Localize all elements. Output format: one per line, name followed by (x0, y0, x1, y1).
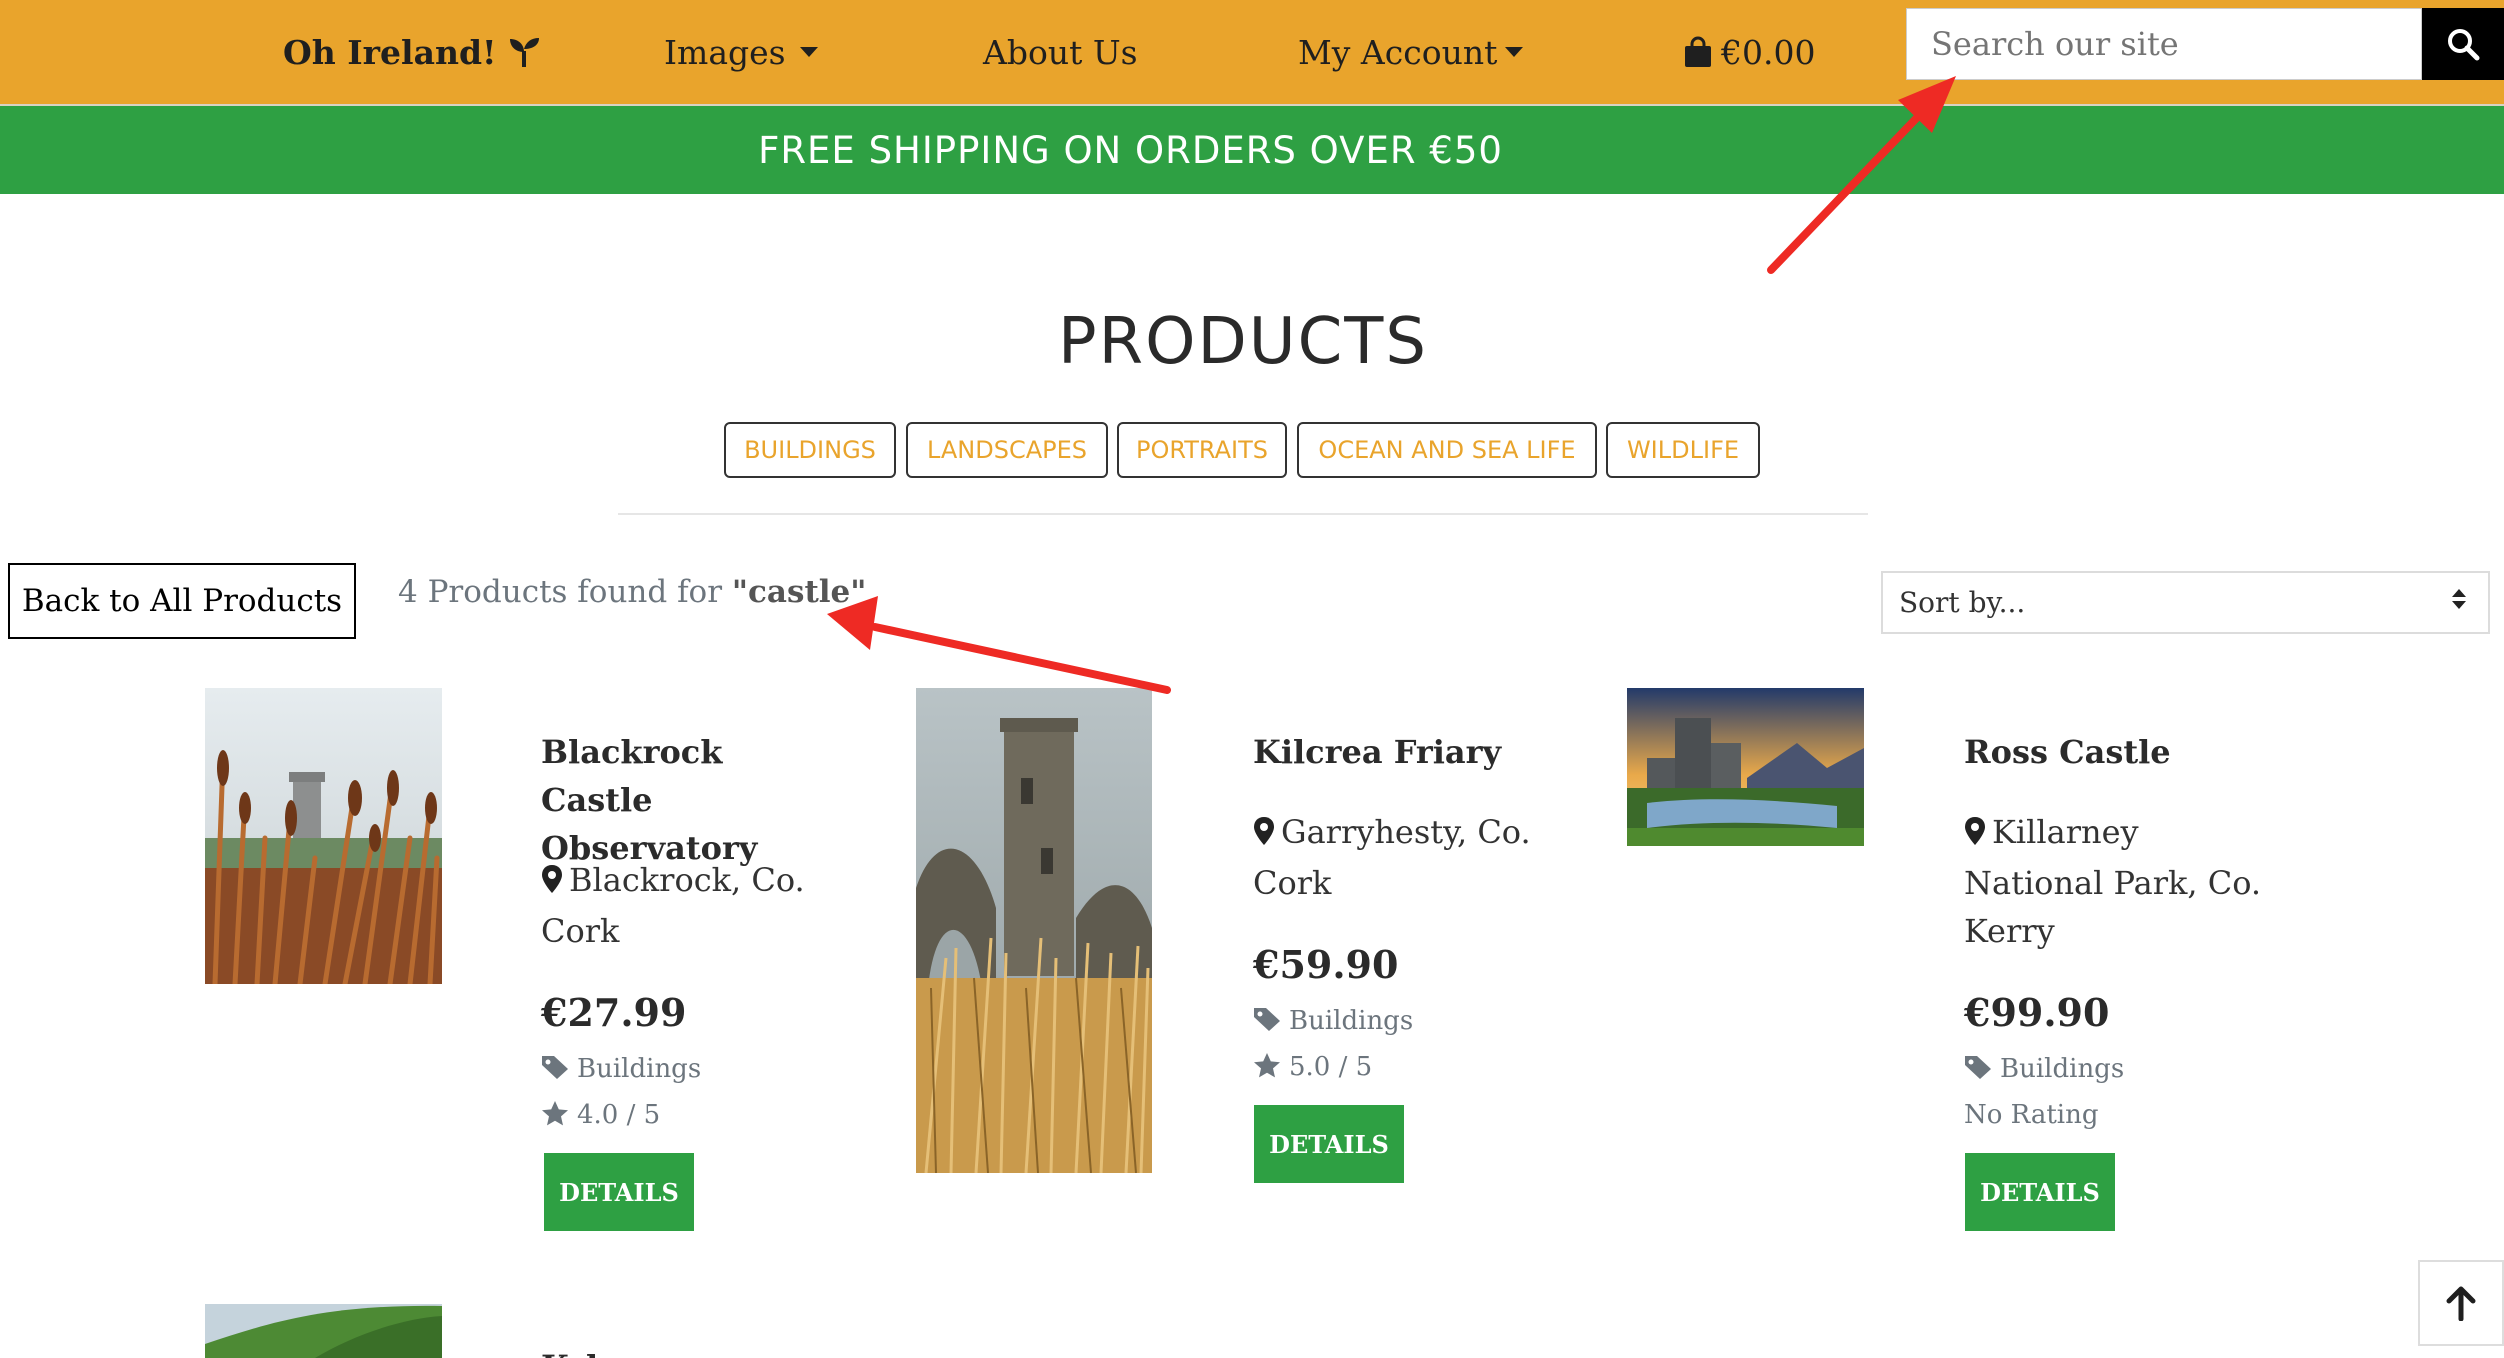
product-location-text: Blackrock, Co. Cork (541, 861, 805, 950)
product-category-blackrock[interactable]: Buildings (541, 1054, 701, 1087)
nav-account-dropdown[interactable]: My Account (1298, 0, 1524, 104)
tag-icon (1253, 1006, 1281, 1039)
tag-icon (1964, 1054, 1992, 1087)
product-image-blackrock[interactable] (205, 688, 442, 984)
product-location-text: Garryhesty, Co. Cork (1253, 813, 1531, 902)
star-icon (541, 1100, 569, 1133)
shopping-bag-icon (1683, 36, 1713, 68)
product-rating-ross: No Rating (1964, 1100, 2099, 1130)
sort-arrows-icon (2452, 589, 2466, 609)
product-category-kilcrea[interactable]: Buildings (1253, 1006, 1413, 1039)
seedling-icon (507, 35, 541, 69)
annotation-arrow-results (827, 596, 1171, 694)
nav-about-link[interactable]: About Us (983, 0, 1138, 104)
product-price-blackrock: €27.99 (541, 990, 687, 1035)
product-price-ross: €99.90 (1964, 990, 2110, 1035)
search-button[interactable] (2422, 8, 2504, 80)
cart-link[interactable]: €0.00 (1683, 0, 1815, 104)
product-category-label: Buildings (577, 1054, 702, 1084)
nav-images-dropdown[interactable]: Images (664, 0, 818, 104)
product-name-kylemore-text: Kylemore Abbey (541, 1348, 761, 1358)
product-name-blackrock[interactable]: Blackrock Castle Observatory (541, 728, 841, 872)
product-image-ross[interactable] (1627, 688, 1864, 846)
product-name-kylemore[interactable]: Kylemore Abbey (541, 1340, 761, 1358)
product-name-ross[interactable]: Ross Castle (1964, 728, 2264, 776)
divider (618, 513, 1868, 515)
product-rating-kilcrea: 5.0 / 5 (1253, 1052, 1372, 1085)
caret-down-icon (1505, 47, 1524, 57)
nav-images-label: Images (664, 32, 786, 72)
map-pin-icon (1253, 811, 1275, 859)
map-pin-icon (1964, 811, 1986, 859)
details-button-ross[interactable]: DETAILS (1965, 1153, 2115, 1231)
product-location-text: Killarney National Park, Co. Kerry (1964, 813, 2262, 950)
product-category-label: Buildings (2000, 1054, 2125, 1084)
star-icon (1253, 1052, 1281, 1085)
category-wildlife-button[interactable]: WILDLIFE (1606, 422, 1760, 478)
brand-label: Oh Ireland! (283, 32, 497, 72)
product-rating-label: 4.0 / 5 (577, 1100, 661, 1130)
caret-down-icon (799, 47, 818, 57)
shipping-banner: FREE SHIPPING ON ORDERS OVER €50 (0, 106, 2504, 194)
search-icon (2445, 26, 2481, 62)
sort-select[interactable]: Sort by... (1881, 571, 2490, 634)
details-button-kilcrea[interactable]: DETAILS (1254, 1105, 1404, 1183)
cart-total: €0.00 (1721, 32, 1816, 72)
product-category-ross[interactable]: Buildings (1964, 1054, 2124, 1087)
product-location-blackrock: Blackrock, Co. Cork (541, 856, 861, 955)
back-to-all-products-button[interactable]: Back to All Products (8, 563, 356, 639)
product-category-label: Buildings (1289, 1006, 1414, 1036)
brand-link[interactable]: Oh Ireland! (283, 0, 541, 104)
nav-about-label: About Us (983, 32, 1138, 72)
page-title: PRODUCTS (1058, 305, 1428, 379)
sort-label: Sort by... (1899, 586, 2026, 619)
product-rating-blackrock: 4.0 / 5 (541, 1100, 660, 1133)
category-portraits-button[interactable]: PORTRAITS (1117, 422, 1287, 478)
product-name-kilcrea[interactable]: Kilcrea Friary (1253, 728, 1553, 776)
back-to-top-button[interactable] (2418, 1260, 2504, 1346)
product-rating-label: 5.0 / 5 (1289, 1052, 1373, 1082)
product-price-kilcrea: €59.90 (1253, 942, 1399, 987)
product-location-kilcrea: Garryhesty, Co. Cork (1253, 808, 1573, 907)
category-buildings-button[interactable]: BUILDINGS (724, 422, 896, 478)
product-location-ross: Killarney National Park, Co. Kerry (1964, 808, 2264, 955)
product-image-kylemore[interactable] (205, 1304, 442, 1358)
nav-account-label: My Account (1298, 32, 1498, 72)
results-summary: 4 Products found for "castle" (398, 574, 866, 610)
category-ocean-button[interactable]: OCEAN AND SEA LIFE (1297, 422, 1597, 478)
arrow-up-icon (2444, 1285, 2478, 1321)
product-image-kilcrea[interactable] (916, 688, 1152, 1173)
map-pin-icon (541, 859, 563, 907)
tag-icon (541, 1054, 569, 1087)
annotation-arrows (827, 76, 1956, 694)
details-button-blackrock[interactable]: DETAILS (544, 1153, 694, 1231)
shipping-banner-text: FREE SHIPPING ON ORDERS OVER €50 (758, 128, 1503, 172)
results-prefix: 4 Products found for (398, 574, 732, 610)
top-navbar: Oh Ireland! Images About Us My Account €… (0, 0, 2504, 106)
results-query: "castle" (731, 574, 867, 610)
category-landscapes-button[interactable]: LANDSCAPES (906, 422, 1108, 478)
search-input[interactable] (1906, 8, 2422, 80)
